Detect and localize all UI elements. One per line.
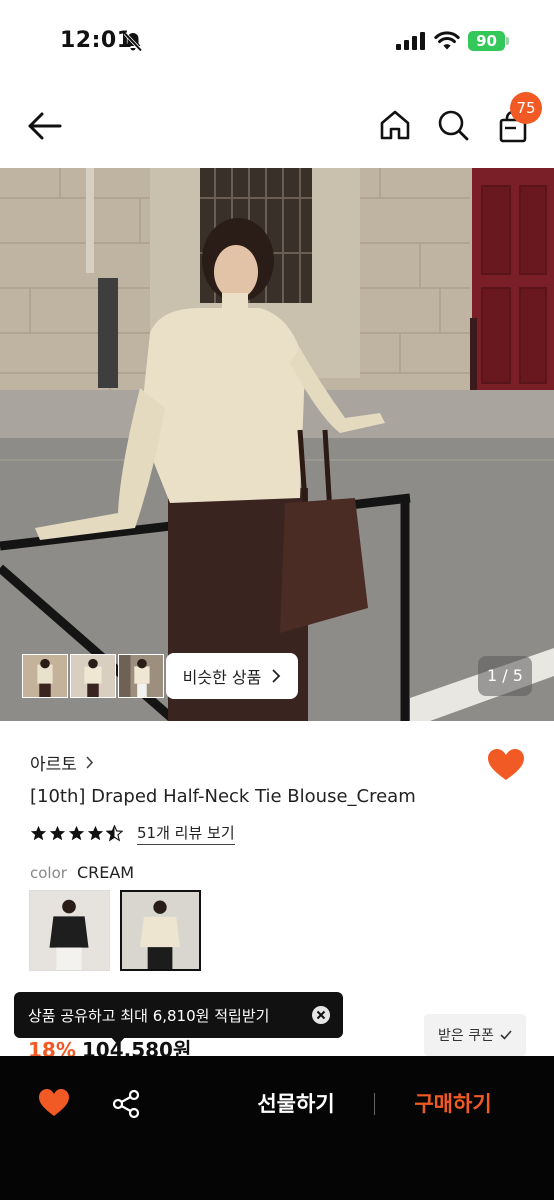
star-full-icon: [30, 825, 47, 841]
selected-color-value: CREAM: [76, 863, 135, 882]
share-reward-text: 상품 공유하고 최대 6,810원 적립받기: [28, 1006, 270, 1025]
close-icon[interactable]: [311, 1005, 331, 1025]
color-option-row: color CREAM: [30, 863, 134, 882]
similar-products-button[interactable]: 비슷한 상품: [166, 653, 298, 699]
divider: [374, 1093, 375, 1115]
page-indicator: 1 / 5: [478, 656, 532, 696]
color-swatch-black[interactable]: [29, 890, 110, 971]
gallery-thumbnail[interactable]: [118, 654, 164, 698]
buy-button[interactable]: 구매하기: [396, 1086, 510, 1122]
share-icon[interactable]: [111, 1089, 141, 1119]
bell-slash-icon: [123, 32, 143, 52]
chevron-right-icon: [272, 669, 281, 683]
brand-link[interactable]: 아르토: [30, 750, 94, 775]
coupon-label: 받은 쿠폰: [438, 1028, 494, 1044]
wishlist-heart-icon[interactable]: [487, 748, 525, 782]
similar-products-label: 비슷한 상품: [182, 668, 262, 687]
received-coupon-button[interactable]: 받은 쿠폰: [424, 1014, 526, 1056]
gallery-thumbnail[interactable]: [22, 654, 68, 698]
brand-name: 아르토: [30, 755, 77, 775]
color-swatches: [29, 890, 201, 971]
color-label: color: [30, 864, 67, 882]
bottom-action-bar: 선물하기 구매하기: [0, 1056, 554, 1200]
tooltip-tail: [110, 1036, 126, 1045]
home-icon[interactable]: [378, 108, 412, 142]
product-image-carousel[interactable]: 비슷한 상품 1 / 5: [0, 168, 554, 721]
heart-icon[interactable]: [38, 1088, 70, 1118]
star-full-icon: [87, 825, 104, 841]
share-reward-tooltip: 상품 공유하고 최대 6,810원 적립받기: [14, 992, 343, 1038]
gift-button[interactable]: 선물하기: [236, 1086, 356, 1122]
battery-indicator: 90: [468, 31, 510, 51]
check-icon: [500, 1030, 512, 1040]
cart-count-badge: 75: [510, 92, 542, 124]
cellular-signal-icon: [396, 32, 425, 50]
product-photo: [0, 168, 554, 721]
color-swatch-cream[interactable]: [120, 890, 201, 971]
review-link[interactable]: 51개 리뷰 보기: [137, 822, 235, 845]
product-title: [10th] Draped Half-Neck Tie Blouse_Cream: [30, 786, 416, 807]
star-full-icon: [68, 825, 85, 841]
battery-level: 90: [476, 32, 497, 50]
back-arrow-icon[interactable]: [26, 108, 64, 144]
chevron-right-icon: [86, 756, 94, 769]
wifi-icon: [434, 31, 460, 50]
rating-row: 51개 리뷰 보기: [30, 822, 235, 845]
top-nav-bar: 75: [0, 84, 554, 168]
star-full-icon: [49, 825, 66, 841]
status-bar: 12:01 90: [0, 0, 554, 84]
star-half-icon: [106, 825, 123, 842]
gallery-thumbnails: [22, 654, 164, 698]
gallery-thumbnail[interactable]: [70, 654, 116, 698]
search-icon[interactable]: [436, 108, 470, 142]
